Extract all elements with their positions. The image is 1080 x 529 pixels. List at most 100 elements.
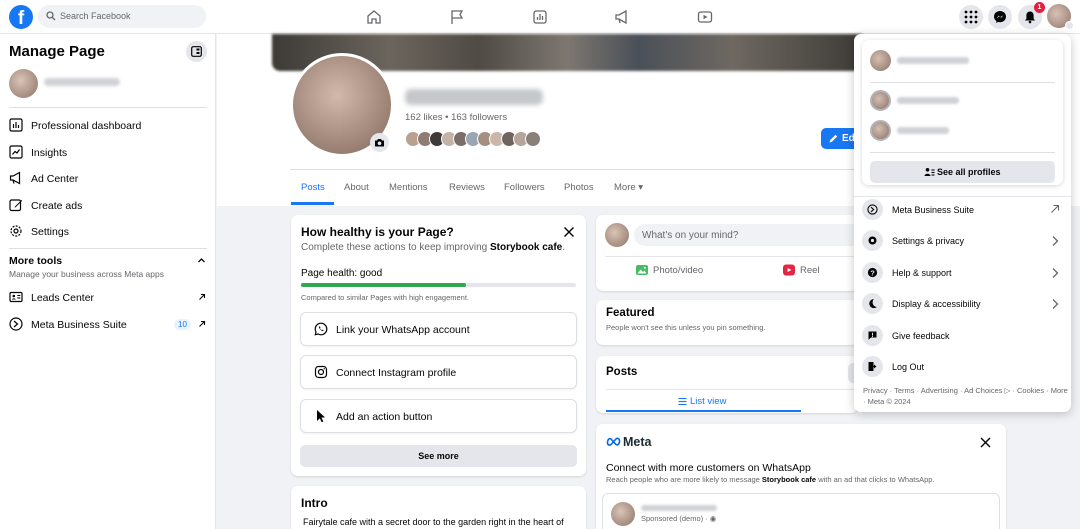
menu-item-label: Give feedback <box>892 331 950 341</box>
menu-item-label: Display & accessibility <box>892 299 981 309</box>
insights-icon <box>9 145 23 159</box>
tab-more[interactable]: More ▾ <box>614 182 643 193</box>
sidebar-item-label: Meta Business Suite <box>31 319 127 331</box>
megaphone-icon[interactable] <box>614 9 630 25</box>
profiles-switcher: See all profiles <box>862 40 1063 185</box>
tab-posts[interactable]: Posts <box>301 182 325 193</box>
featured-card: Featured People won't see this unless yo… <box>596 300 858 345</box>
list-view-indicator <box>606 410 801 412</box>
tab-reviews[interactable]: Reviews <box>449 182 485 193</box>
tab-mentions[interactable]: Mentions <box>389 182 428 193</box>
menu-grid-button[interactable] <box>959 5 983 29</box>
profile-name-redacted <box>897 97 959 104</box>
pencil-icon <box>9 199 23 212</box>
follower-avatar <box>525 131 541 147</box>
feedback-icon <box>862 325 883 346</box>
external-link-icon <box>199 320 206 327</box>
menu-item-display-accessibility[interactable]: Display & accessibility <box>862 291 1063 317</box>
account-chevron-icon[interactable] <box>1065 21 1074 30</box>
reel-icon <box>783 264 795 276</box>
whatsapp-icon <box>314 322 328 336</box>
photo-video-button[interactable]: Photo/video <box>635 263 703 279</box>
sidebar-item-leads-center[interactable]: Leads Center <box>0 286 216 310</box>
reel-button[interactable]: Reel <box>782 263 820 279</box>
tab-about[interactable]: About <box>344 182 369 193</box>
sidebar-divider <box>9 107 207 108</box>
home-icon[interactable] <box>366 9 382 25</box>
facebook-logo[interactable]: f <box>9 5 33 29</box>
link-whatsapp-button[interactable]: Link your WhatsApp account <box>300 312 577 346</box>
menu-item-label: Log Out <box>892 362 925 372</box>
ad-preview[interactable]: Sponsored (demo) · ◉ <box>602 493 1000 529</box>
add-action-button[interactable]: Add an action button <box>300 399 577 433</box>
menu-item-settings-privacy[interactable]: Settings & privacy <box>862 228 1063 254</box>
action-label: Link your WhatsApp account <box>336 324 470 336</box>
notifications-button[interactable]: 1 <box>1018 2 1045 29</box>
flag-icon[interactable] <box>449 9 465 25</box>
profile-avatar <box>870 90 891 111</box>
menu-item-give-feedback[interactable]: Give feedback <box>862 323 1063 349</box>
menu-item-log-out[interactable]: Log Out <box>862 354 1063 380</box>
intro-card: Intro Fairytale cafe with a secret door … <box>291 486 586 529</box>
see-all-profiles-button[interactable]: See all profiles <box>870 161 1055 183</box>
megaphone-icon <box>9 171 21 185</box>
page-avatar[interactable] <box>9 69 38 98</box>
intro-title: Intro <box>301 496 328 510</box>
intro-text: Fairytale cafe with a secret door to the… <box>303 517 564 527</box>
reel-label: Reel <box>800 265 820 276</box>
update-profile-picture-button[interactable] <box>370 133 389 152</box>
featured-title: Featured <box>606 307 655 319</box>
messenger-button[interactable] <box>988 5 1012 29</box>
messenger-icon <box>994 11 1006 23</box>
connect-instagram-button[interactable]: Connect Instagram profile <box>300 355 577 389</box>
profile-item[interactable] <box>870 90 1055 114</box>
tab-photos[interactable]: Photos <box>564 182 594 193</box>
edit-page-button[interactable]: Edit <box>821 128 855 149</box>
more-tools-heading[interactable]: More tools <box>9 255 62 267</box>
meta-wordmark: Meta <box>623 435 652 449</box>
chart-icon[interactable] <box>532 9 548 25</box>
sidebar-item-settings[interactable]: Settings <box>0 220 216 244</box>
logout-icon <box>862 356 883 377</box>
external-link-icon <box>199 293 206 300</box>
close-icon[interactable] <box>563 226 575 238</box>
sidebar-item-meta-business-suite[interactable]: Meta Business Suite 10 <box>0 313 216 337</box>
post-composer: What's on your mind? Photo/video Reel <box>596 215 858 291</box>
tab-followers[interactable]: Followers <box>504 182 545 193</box>
photo-icon <box>636 265 648 275</box>
sidebar-item-ad-center[interactable]: Ad Center <box>0 167 216 191</box>
help-icon: ? <box>862 262 883 283</box>
menu-item-meta-business-suite[interactable]: Meta Business Suite <box>862 197 1063 223</box>
sidebar-item-create-ads[interactable]: Create ads <box>0 194 216 218</box>
ad-preview-avatar <box>611 502 635 526</box>
sidebar-item-label: Professional dashboard <box>31 120 142 132</box>
close-icon[interactable] <box>980 437 991 448</box>
profile-item-current[interactable] <box>870 50 1055 74</box>
sidebar-item-label: Insights <box>31 147 68 159</box>
profile-item[interactable] <box>870 120 1055 144</box>
active-tab-indicator <box>291 202 334 205</box>
external-link-icon <box>1051 204 1060 213</box>
menu-item-help-support[interactable]: ? Help & support <box>862 260 1063 286</box>
chevron-up-icon[interactable] <box>197 256 206 265</box>
search-input[interactable]: Search Facebook <box>38 5 206 28</box>
health-progress-bar <box>301 283 576 287</box>
whats-on-your-mind-input[interactable]: What's on your mind? <box>634 224 858 246</box>
action-label: Add an action button <box>336 411 433 423</box>
video-icon[interactable] <box>697 9 713 25</box>
composer-avatar[interactable] <box>605 223 629 247</box>
switch-view-button[interactable] <box>186 41 207 62</box>
chevron-right-icon <box>1052 236 1059 246</box>
count-badge: 10 <box>174 319 191 330</box>
sidebar-item-professional-dashboard[interactable]: Professional dashboard <box>0 114 216 138</box>
sidebar-item-insights[interactable]: Insights <box>0 141 216 165</box>
posts-divider <box>606 389 858 390</box>
likes-followers-count[interactable]: 162 likes • 163 followers <box>405 112 507 123</box>
sponsored-label: Sponsored (demo) · ◉ <box>641 514 717 523</box>
see-more-button[interactable]: See more <box>300 445 577 467</box>
sidebar-divider <box>9 248 207 249</box>
health-subtitle: Complete these actions to keep improving… <box>301 242 566 253</box>
footer-links[interactable]: Privacy · Terms · Advertising · Ad Choic… <box>863 385 1068 407</box>
chevron-right-icon <box>1052 268 1059 278</box>
page-name-redacted <box>44 78 120 86</box>
